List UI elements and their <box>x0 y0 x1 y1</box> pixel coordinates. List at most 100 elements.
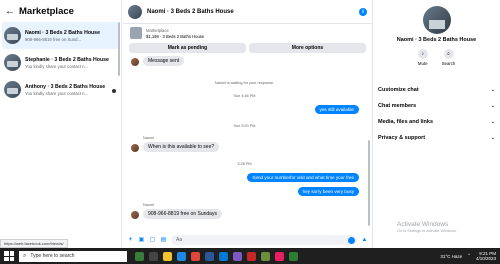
search-icon: ⌕ <box>443 49 454 59</box>
menu-label: Privacy & support <box>378 135 426 141</box>
app-icon[interactable] <box>135 251 144 261</box>
mute-label: Mute <box>417 61 428 66</box>
bell-icon: ♪ <box>417 49 428 59</box>
chevron-down-icon: ⌄ <box>490 103 495 109</box>
search-label: Search <box>441 61 456 66</box>
listing-summary[interactable]: Marketplace $1,198 · 3 Beds 2 Baths Hous… <box>123 24 372 42</box>
clock[interactable]: 9:21 PM 4/10/2023 <box>476 251 496 261</box>
clock-date: 4/10/2023 <box>475 256 496 261</box>
gif-icon[interactable]: ▤ <box>160 237 167 244</box>
conversation-item-naomi[interactable]: Naomi · 3 Beds 2 Baths House 908-966-881… <box>2 22 119 49</box>
like-icon[interactable]: ▲ <box>361 237 368 244</box>
menu-chat-members[interactable]: Chat members ⌄ <box>378 98 495 114</box>
sender-avatar <box>131 144 139 152</box>
message-composer: + ▣ ▢ ▤ Aa ▲ <box>123 232 372 248</box>
sender-avatar <box>131 58 139 66</box>
message-bubble-incoming: When is this available to see? <box>143 142 220 152</box>
message-bubble-outgoing: yes still available <box>314 105 359 114</box>
timestamp: Sun 4:46 PM <box>233 94 256 98</box>
edge-icon[interactable] <box>177 251 186 261</box>
menu-privacy-support[interactable]: Privacy & support ⌄ <box>378 130 495 146</box>
emoji-icon[interactable] <box>348 236 355 244</box>
menu-label: Media, files and links <box>378 119 434 125</box>
menu-customize-chat[interactable]: Customize chat ⌄ <box>378 82 495 98</box>
info-icon[interactable]: i <box>359 7 367 16</box>
unread-indicator <box>112 89 116 93</box>
taskbar-search-placeholder: Type here to search <box>30 253 75 259</box>
app-icon[interactable] <box>233 251 242 261</box>
chevron-down-icon: ⌄ <box>490 119 495 125</box>
taskbar-search[interactable]: ⌕ Type here to search <box>19 250 127 262</box>
conversation-item-stephanie[interactable]: Stephanie · 3 Beds 2 Baths House You kin… <box>0 49 121 76</box>
menu-label: Chat members <box>378 103 417 109</box>
windows-start-icon[interactable] <box>4 251 14 261</box>
sidebar-title: Marketplace <box>19 5 74 17</box>
profile-name: Naomi · 3 Beds 2 Baths House <box>396 37 477 43</box>
app-icon[interactable] <box>247 251 256 261</box>
conversation-avatar <box>4 81 21 98</box>
mute-button[interactable]: ♪ Mute <box>417 49 428 66</box>
weather-status[interactable]: 31°C Haze <box>440 254 462 259</box>
conversation-info-panel: Naomi · 3 Beds 2 Baths House ♪ Mute ⌕ Se… <box>372 0 500 248</box>
conversation-name: Naomi · 3 Beds 2 Baths House <box>25 29 100 36</box>
menu-media-files-links[interactable]: Media, files and links ⌄ <box>378 114 495 130</box>
search-icon: ⌕ <box>23 252 27 259</box>
task-view-icon[interactable] <box>149 251 158 261</box>
timestamp: Sun 5:53 PM <box>233 124 256 128</box>
chat-avatar[interactable] <box>128 4 142 19</box>
app-icon[interactable] <box>289 251 298 261</box>
listing-detail: $1,198 · 3 Beds 2 Baths House <box>146 33 205 39</box>
chat-title[interactable]: Naomi · 3 Beds 2 Baths House <box>147 9 359 15</box>
status-bar-url: https://web.facebook.com/friends/ <box>0 239 68 248</box>
search-button[interactable]: ⌕ Search <box>441 49 456 66</box>
conversation-avatar <box>4 54 21 71</box>
chat-panel: Naomi · 3 Beds 2 Baths House i Marketpla… <box>123 0 372 248</box>
message-input[interactable]: Aa <box>171 235 357 245</box>
back-arrow-icon[interactable]: ← <box>5 6 15 17</box>
add-icon[interactable]: + <box>127 237 134 244</box>
activate-windows-watermark: Activate Windows Go to Settings to activ… <box>397 221 457 233</box>
sender-avatar <box>131 211 139 219</box>
message-bubble-incoming: Message sent <box>143 56 185 66</box>
sticker-icon[interactable]: ▢ <box>149 237 156 244</box>
conversation-preview: You kindly share your contact n... <box>25 90 89 96</box>
app-icon[interactable] <box>275 251 284 261</box>
conversation-name: Anthony · 3 Beds 2 Baths House <box>25 83 106 90</box>
system-tray: 31°C Haze ⌃ 9:21 PM 4/10/2023 <box>440 248 496 264</box>
chrome-icon[interactable] <box>191 251 200 261</box>
app-icon[interactable] <box>261 251 270 261</box>
message-list: Message sent Naomi is waiting for your r… <box>123 56 366 229</box>
profile-avatar[interactable] <box>423 6 451 34</box>
chat-header: Naomi · 3 Beds 2 Baths House i <box>123 0 372 24</box>
windows-taskbar: ⌕ Type here to search 31°C Haze ⌃ 9:21 P… <box>0 248 500 264</box>
image-icon[interactable]: ▣ <box>138 237 145 244</box>
network-icon[interactable]: ⌃ <box>467 253 471 259</box>
message-bubble-incoming: 908-966-8819 free on Sundays <box>143 209 222 219</box>
listing-category: Marketplace <box>146 27 169 33</box>
system-notice: Naomi is waiting for your response. <box>214 81 275 85</box>
watermark-subtitle: Go to Settings to activate Windows. <box>397 229 457 233</box>
file-explorer-icon[interactable] <box>163 251 172 261</box>
conversation-sidebar: ← Marketplace Naomi · 3 Beds 2 Baths Hou… <box>0 0 122 248</box>
more-options-button[interactable]: More options <box>249 43 366 53</box>
conversation-preview: You kindly share your contact n... <box>25 63 89 69</box>
conversation-name: Stephanie · 3 Beds 2 Baths House <box>25 56 109 63</box>
sidebar-scrollbar[interactable] <box>118 22 120 76</box>
word-icon[interactable] <box>205 251 214 261</box>
watermark-title: Activate Windows <box>397 221 449 228</box>
sender-name: Naomi <box>143 136 154 140</box>
sender-name: Naomi <box>143 203 154 207</box>
message-bubble-outgoing: Send your numberfor visit and what time … <box>247 173 359 182</box>
store-icon[interactable] <box>219 251 228 261</box>
mark-as-pending-button[interactable]: Mark as pending <box>129 43 246 53</box>
chevron-down-icon: ⌄ <box>490 135 495 141</box>
sidebar-header: ← Marketplace <box>0 0 121 22</box>
timestamp: 3:28 PM <box>237 162 252 166</box>
listing-thumbnail <box>130 27 142 39</box>
message-placeholder: Aa <box>176 237 183 243</box>
chat-scrollbar[interactable] <box>368 140 370 226</box>
conversation-preview: 908-966-8819 free on Sund... <box>25 36 82 42</box>
conversation-item-anthony[interactable]: Anthony · 3 Beds 2 Baths House You kindl… <box>0 76 121 103</box>
message-bubble-outgoing: hey sorry been very busy <box>297 187 359 196</box>
menu-label: Customize chat <box>378 87 419 93</box>
